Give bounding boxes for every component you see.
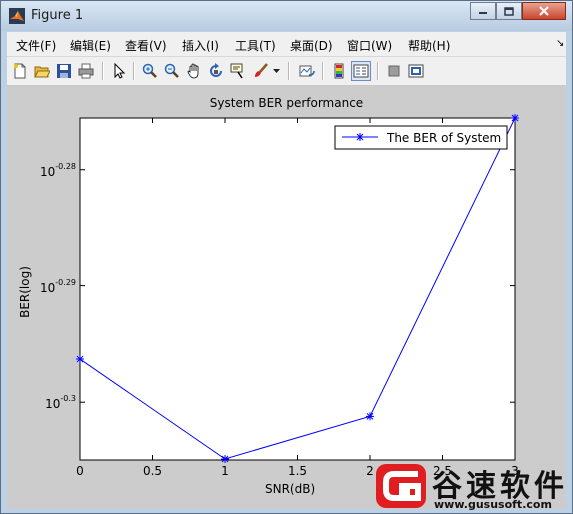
zoom-out-button[interactable]: [162, 61, 182, 81]
open-file-icon: [34, 66, 50, 78]
maximize-button[interactable]: [496, 2, 522, 20]
maximize-icon: [504, 6, 514, 16]
print-icon: [78, 63, 94, 79]
y-tick-label: 10-0.29: [40, 278, 76, 295]
data-cursor-icon: [230, 63, 243, 79]
brush-icon: [255, 63, 268, 77]
watermark-url: www.gususoft.com: [434, 498, 552, 511]
toolbar-separator: [133, 62, 135, 80]
x-tick-label: 1: [221, 464, 229, 478]
menu-edit[interactable]: 编辑(E): [70, 37, 111, 54]
y-tick-base: 10: [40, 164, 56, 179]
show-plot-tools-icon: [408, 64, 424, 78]
new-figure-icon: [14, 63, 26, 79]
rotate-3d-icon: [210, 63, 222, 77]
pan-button[interactable]: [184, 61, 204, 81]
toolbar-separator: [377, 62, 379, 80]
y-axis-label: BER(log): [18, 266, 32, 318]
figure-toolbar: [7, 57, 566, 86]
chevron-down-icon: [272, 68, 280, 73]
toolbar-separator: [322, 62, 324, 80]
matlab-logo-icon: [9, 8, 25, 24]
title-bar[interactable]: Figure 1: [1, 1, 572, 31]
zoom-out-icon: [164, 63, 179, 78]
rotate-3d-button[interactable]: [206, 61, 226, 81]
close-button[interactable]: [522, 2, 566, 20]
save-button[interactable]: [54, 61, 74, 81]
watermark: 谷速软件 www.gususoft.com: [372, 460, 571, 512]
menu-bar: 文件(F) 编辑(E) 查看(V) 插入(I) 工具(T) 桌面(D) 窗口(W…: [7, 32, 566, 57]
menu-desktop[interactable]: 桌面(D): [290, 37, 333, 54]
zoom-in-button[interactable]: [140, 61, 160, 81]
gususoft-logo-icon: [376, 464, 426, 508]
hide-plot-tools-button[interactable]: [384, 61, 404, 81]
y-tick-label: 10-0.3: [45, 394, 76, 411]
hide-plot-tools-icon: [388, 65, 400, 77]
insert-legend-button[interactable]: [351, 61, 371, 81]
figure-canvas: [7, 86, 566, 509]
y-tick-exponent: -0.3: [60, 394, 76, 404]
zoom-in-icon: [142, 63, 157, 78]
menu-view[interactable]: 查看(V): [125, 37, 167, 54]
brush-dropdown[interactable]: [271, 61, 281, 81]
edit-plot-icon: [114, 63, 126, 79]
link-plot-icon: [299, 65, 315, 77]
minimize-icon: [479, 12, 487, 14]
pan-icon: [187, 63, 199, 79]
insert-legend-icon: [353, 64, 369, 78]
toolbar-separator: [288, 62, 290, 80]
close-icon: [539, 6, 549, 16]
print-button[interactable]: [76, 61, 96, 81]
menu-help[interactable]: 帮助(H): [408, 37, 450, 54]
y-tick-base: 10: [45, 397, 61, 412]
link-plot-button[interactable]: [297, 61, 317, 81]
show-plot-tools-button[interactable]: [406, 61, 426, 81]
minimize-button[interactable]: [470, 2, 496, 20]
menu-tools[interactable]: 工具(T): [235, 37, 276, 54]
save-icon: [57, 64, 71, 78]
insert-colorbar-button[interactable]: [329, 61, 349, 81]
y-tick-label: 10-0.28: [40, 162, 76, 179]
menu-window[interactable]: 窗口(W): [347, 37, 392, 54]
brush-button[interactable]: [251, 61, 271, 81]
toolbar-separator: [102, 62, 104, 80]
menu-file[interactable]: 文件(F): [16, 37, 56, 54]
new-figure-button[interactable]: [10, 61, 30, 81]
y-tick-exponent: -0.28: [55, 161, 76, 171]
x-axis-label: SNR(dB): [265, 482, 316, 496]
y-tick-exponent: -0.29: [55, 277, 76, 287]
menu-insert[interactable]: 插入(I): [182, 37, 219, 54]
figure-window: Figure 1 文件(F) 编辑(E) 查看(V) 插入(I) 工具(T) 桌…: [0, 0, 573, 514]
data-cursor-button[interactable]: [228, 61, 248, 81]
plot-title: System BER performance: [209, 96, 364, 110]
x-tick-label: 0: [76, 464, 84, 478]
insert-colorbar-icon: [334, 63, 344, 79]
y-tick-base: 10: [40, 280, 56, 295]
open-file-button[interactable]: [32, 61, 52, 81]
x-tick-label: 0.5: [142, 464, 163, 478]
window-title: Figure 1: [31, 8, 84, 23]
edit-plot-button[interactable]: [109, 61, 129, 81]
dock-arrow-icon[interactable]: ↘: [556, 38, 564, 49]
x-tick-label: 1.5: [287, 464, 308, 478]
